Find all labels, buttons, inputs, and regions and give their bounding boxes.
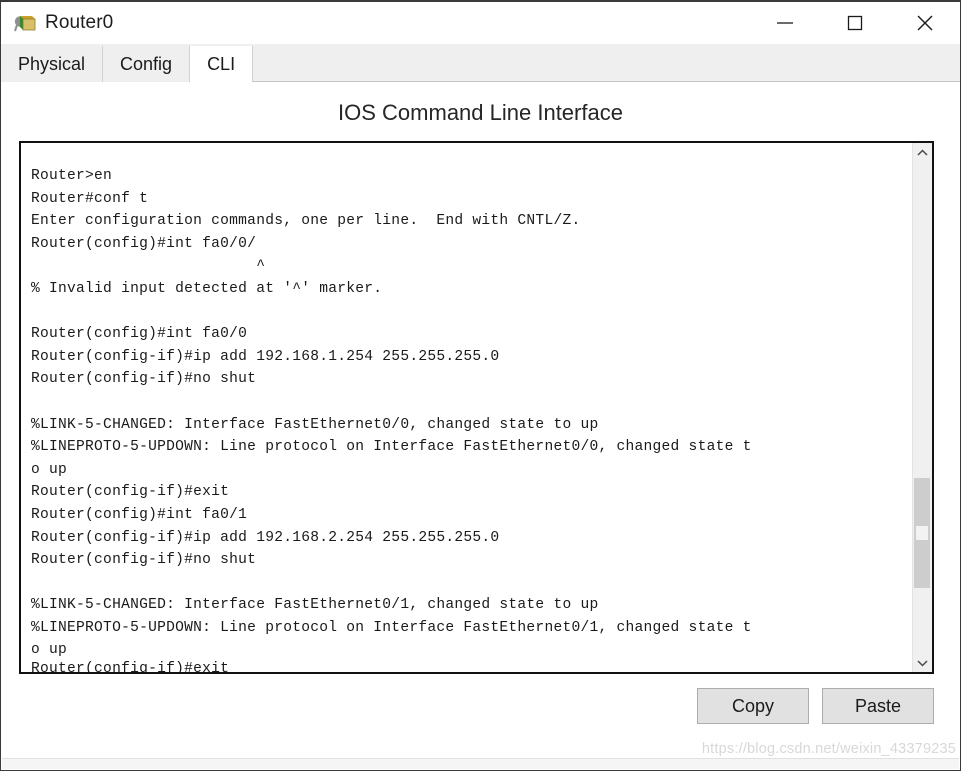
tab-physical[interactable]: Physical xyxy=(1,46,104,82)
window-bottom-strip xyxy=(2,758,959,769)
router-icon xyxy=(14,13,36,33)
maximize-icon xyxy=(846,14,864,32)
terminal-container: Router>en Router#conf t Enter configurat… xyxy=(19,141,934,674)
maximize-button[interactable] xyxy=(820,2,890,44)
copy-button-label: Copy xyxy=(731,695,775,716)
page-title: IOS Command Line Interface xyxy=(338,100,623,125)
scrollbar-thumb-grip xyxy=(916,526,928,540)
tab-cli-label: CLI xyxy=(207,53,236,74)
scrollbar-thumb[interactable] xyxy=(914,478,930,588)
tab-strip: Physical Config CLI xyxy=(1,44,960,82)
minimize-button[interactable] xyxy=(750,2,820,44)
tab-config[interactable]: Config xyxy=(103,46,191,82)
terminal-scrollbar[interactable] xyxy=(912,143,932,672)
cli-panel: IOS Command Line Interface Router>en Rou… xyxy=(1,82,960,770)
terminal-output-area[interactable]: Router>en Router#conf t Enter configurat… xyxy=(21,143,912,672)
scrollbar-down-button[interactable] xyxy=(913,653,932,672)
chevron-down-icon xyxy=(917,654,928,672)
paste-button[interactable]: Paste xyxy=(822,688,934,724)
tab-physical-label: Physical xyxy=(18,53,86,74)
watermark-text: https://blog.csdn.net/weixin_43379235 xyxy=(701,741,956,757)
tab-config-label: Config xyxy=(120,53,173,74)
copy-button[interactable]: Copy xyxy=(697,688,809,724)
router-cli-window: Router0 Physical Config CLI IOS Command … xyxy=(0,0,961,771)
cli-actions: Copy Paste xyxy=(1,674,960,724)
close-button[interactable] xyxy=(890,2,960,44)
minimize-icon xyxy=(776,17,794,29)
window-controls xyxy=(750,2,960,44)
terminal-partial-line: Router(config-if)#exit xyxy=(31,661,230,672)
close-icon xyxy=(914,12,936,34)
tab-cli[interactable]: CLI xyxy=(190,46,254,82)
scrollbar-up-button[interactable] xyxy=(913,143,932,162)
paste-button-label: Paste xyxy=(854,695,902,716)
window-title: Router0 xyxy=(45,12,114,33)
window-titlebar: Router0 xyxy=(1,2,960,44)
terminal-output-text: Router>en Router#conf t Enter configurat… xyxy=(31,168,752,659)
scrollbar-track[interactable] xyxy=(913,162,932,653)
chevron-up-icon xyxy=(917,144,928,162)
window-title-group: Router0 xyxy=(1,12,113,34)
